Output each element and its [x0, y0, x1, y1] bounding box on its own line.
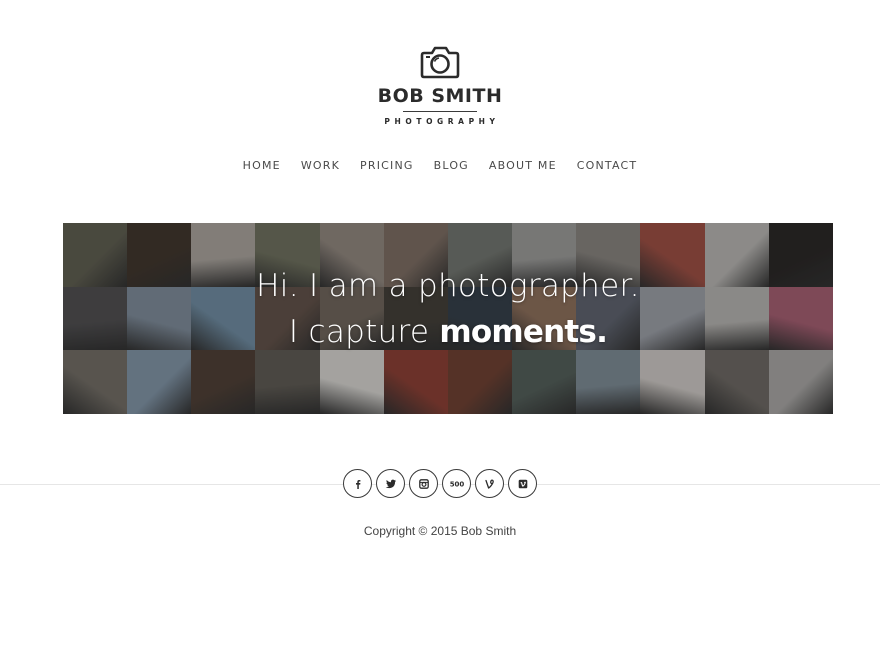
- twitter-button[interactable]: [376, 469, 405, 498]
- camera-icon: [420, 46, 460, 79]
- hero-tagline: I capture moments.: [63, 314, 833, 350]
- vimeo-button[interactable]: [508, 469, 537, 498]
- brand-name: BOB SMITH: [377, 85, 503, 107]
- site-logo[interactable]: BOB SMITH PHOTOGRAPHY: [0, 44, 880, 127]
- twitter-icon: [385, 479, 396, 488]
- nav-work[interactable]: WORK: [301, 158, 340, 174]
- social-links: 500: [0, 469, 880, 498]
- nav-home[interactable]: HOME: [243, 158, 281, 174]
- nav-pricing[interactable]: PRICING: [360, 158, 414, 174]
- nav-about-me[interactable]: ABOUT ME: [489, 158, 557, 174]
- facebook-icon: [355, 479, 360, 489]
- facebook-button[interactable]: [343, 469, 372, 498]
- nav-contact[interactable]: CONTACT: [577, 158, 638, 174]
- svg-text:500: 500: [450, 480, 464, 488]
- hero-banner: Hi. I am a photographer. I capture momen…: [63, 223, 833, 414]
- brand-divider: [403, 111, 477, 112]
- hero-tagline-prefix: I capture: [288, 314, 440, 350]
- hero-headline: Hi. I am a photographer.: [256, 268, 640, 304]
- brand-subtitle: PHOTOGRAPHY: [384, 117, 500, 126]
- instagram-icon: [418, 478, 429, 489]
- vine-icon: [484, 479, 494, 489]
- vimeo-icon: [518, 479, 527, 488]
- 500px-icon: 500: [450, 480, 464, 488]
- copyright-text: Copyright © 2015 Bob Smith: [363, 524, 517, 538]
- instagram-button[interactable]: [409, 469, 438, 498]
- vine-button[interactable]: [475, 469, 504, 498]
- nav-blog[interactable]: BLOG: [434, 158, 469, 174]
- 500px-button[interactable]: 500: [442, 469, 471, 498]
- main-nav: HOME WORK PRICING BLOG ABOUT ME CONTACT: [0, 158, 880, 174]
- hero-tagline-emphasis: moments.: [439, 314, 608, 350]
- page: BOB SMITH PHOTOGRAPHY HOME WORK PRICING …: [0, 0, 880, 660]
